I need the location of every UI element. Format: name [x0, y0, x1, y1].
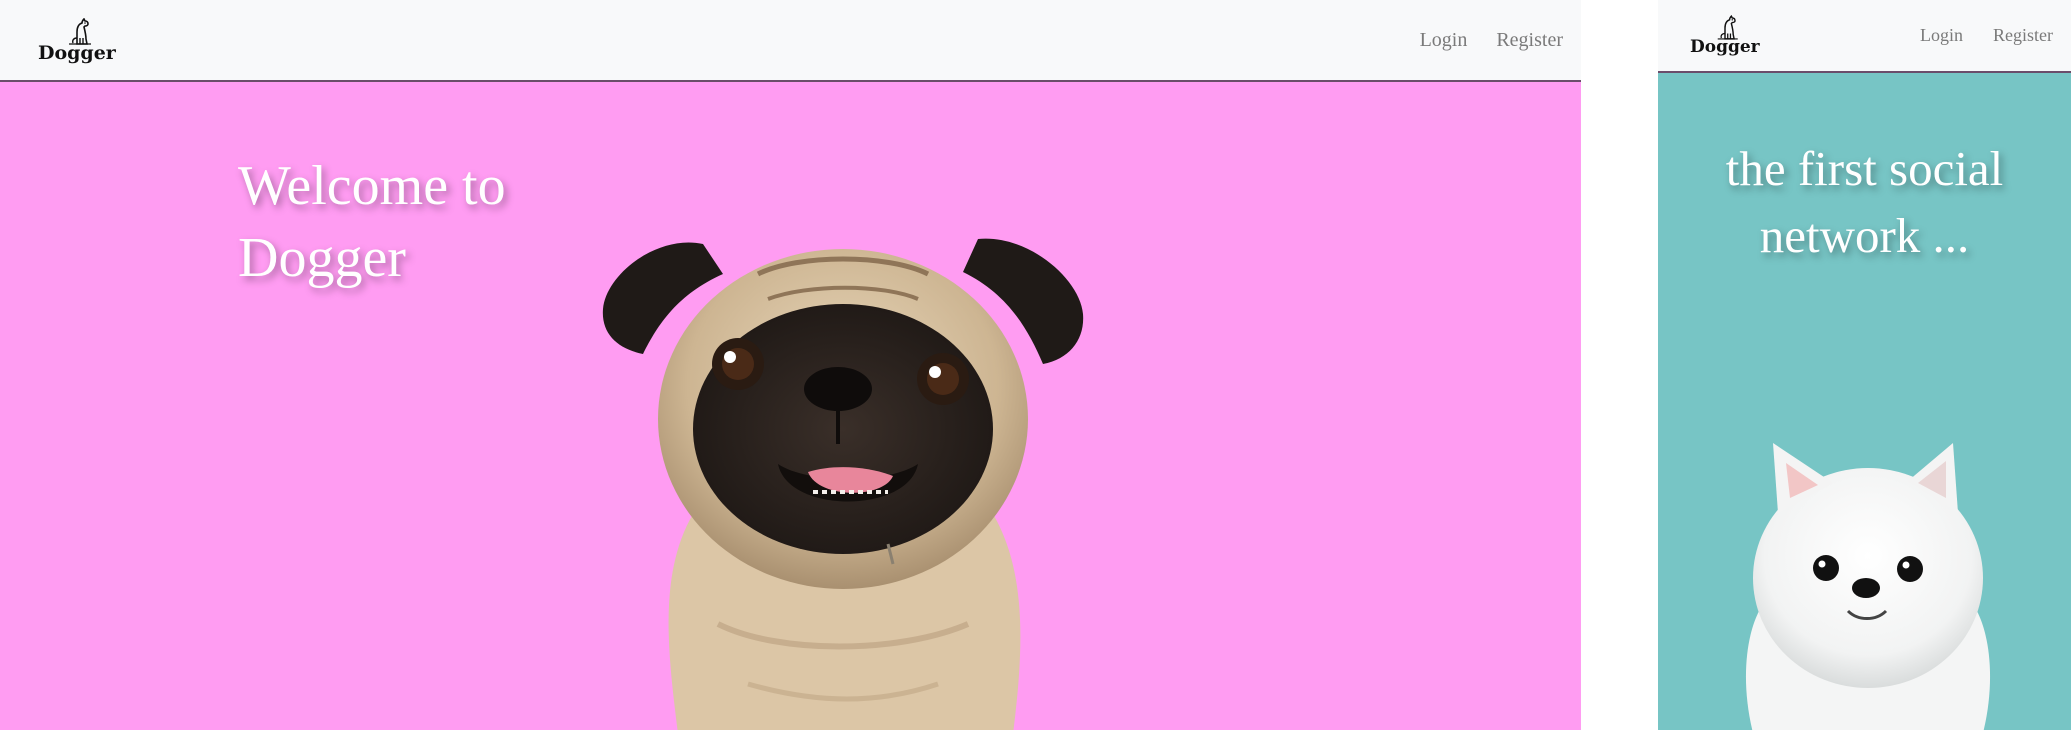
brand-logo[interactable]: Dogger	[1690, 15, 1760, 56]
brand-name: Dogger	[38, 41, 116, 64]
hero-title: the first social network ...	[1725, 141, 2004, 263]
navbar: Dogger Login Register	[0, 0, 1581, 82]
desktop-view: Dogger Login Register Welcome to Dogger	[0, 0, 1581, 730]
register-link[interactable]: Register	[1993, 25, 2053, 46]
brand-name: Dogger	[1690, 37, 1760, 57]
hero-section: Welcome to Dogger	[0, 82, 1581, 730]
pomeranian-dog-image	[1745, 443, 1991, 730]
nav-links: Login Register	[1890, 25, 2053, 46]
login-link[interactable]: Login	[1420, 29, 1468, 52]
pug-dog-image	[602, 238, 1084, 730]
navbar: Dogger Login Register	[1658, 0, 2071, 73]
brand-logo[interactable]: Dogger	[38, 17, 116, 64]
register-link[interactable]: Register	[1496, 29, 1563, 52]
mobile-view: Dogger Login Register the first social n…	[1658, 0, 2071, 730]
hero-section: the first social network ...	[1658, 73, 2071, 730]
login-link[interactable]: Login	[1920, 25, 1963, 46]
nav-links: Login Register	[1391, 29, 1563, 52]
hero-title: Welcome to Dogger	[238, 155, 506, 289]
